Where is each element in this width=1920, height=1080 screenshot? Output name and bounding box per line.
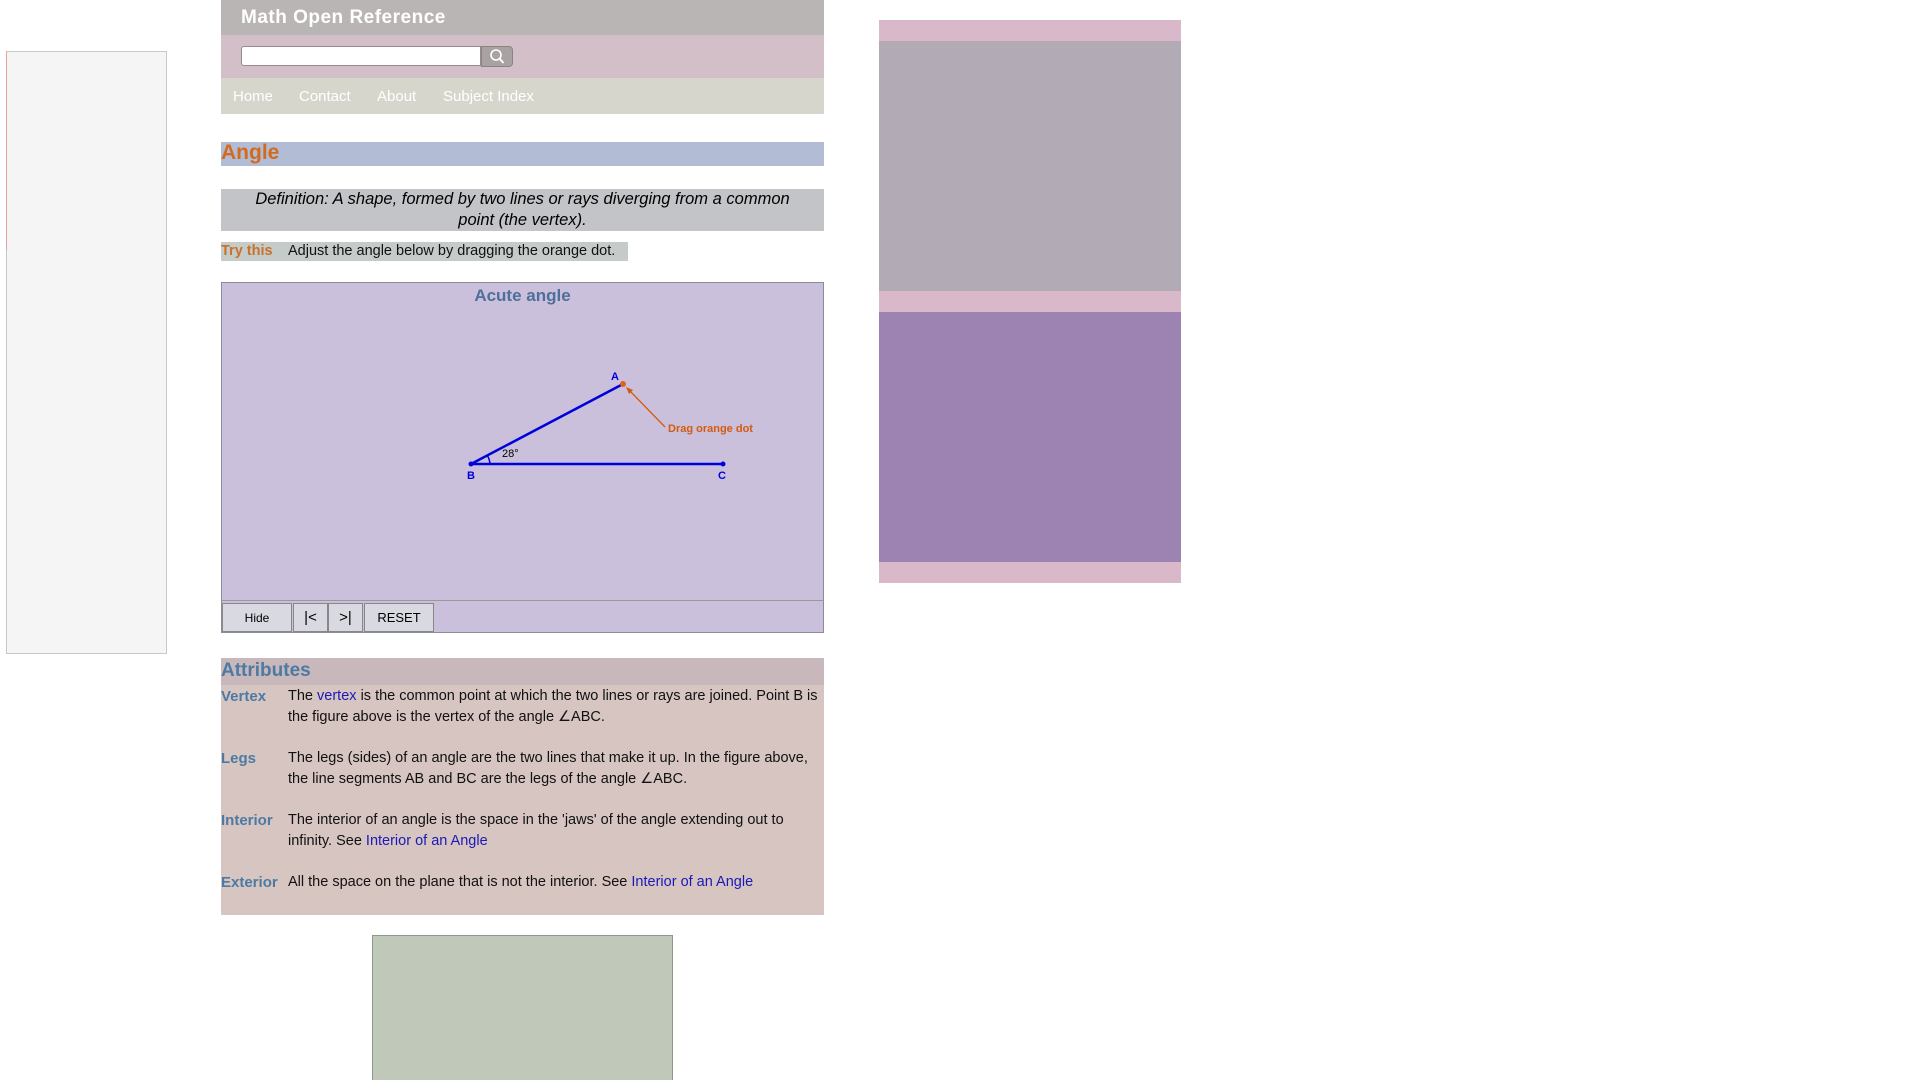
attr-vertex-post: is the common point at which the two lin… — [288, 688, 818, 725]
link-vertex[interactable]: vertex — [317, 688, 357, 704]
angle-diagram[interactable]: 28° B C A Drag orange dot — [221, 282, 824, 600]
right-ad-banner-1[interactable] — [879, 41, 1181, 291]
attributes-header — [221, 658, 824, 685]
attr-desc-vertex: The vertex is the common point at which … — [288, 686, 824, 728]
drag-hint: Drag orange dot — [668, 423, 753, 435]
title-bar — [221, 142, 824, 166]
attr-exterior-pre: All the space on the plane that is not t… — [288, 874, 628, 890]
step-back-button[interactable]: |< — [293, 603, 328, 632]
link-interior-of-angle-2[interactable]: Interior of an Angle — [631, 874, 753, 890]
hide-button[interactable]: Hide — [222, 603, 292, 632]
search-icon — [490, 48, 505, 64]
attr-term-vertex: Vertex — [221, 688, 267, 705]
vertex-b — [468, 461, 474, 467]
attributes-title: Attributes — [221, 660, 311, 681]
definition-box: Definition: A shape, formed by two lines… — [221, 189, 824, 231]
label-b: B — [467, 470, 475, 482]
nav-home[interactable]: Home — [233, 88, 273, 105]
step-forward-button[interactable]: >| — [328, 603, 363, 632]
right-ad-banner-2[interactable] — [879, 312, 1181, 562]
label-c: C — [718, 470, 726, 482]
attr-interior-pre: The interior of an angle is the space in… — [288, 812, 784, 849]
attr-desc-legs: The legs (sides) of an angle are the two… — [288, 750, 808, 787]
attr-term-legs: Legs — [221, 750, 257, 767]
attr-term-exterior: Exterior — [221, 874, 278, 891]
left-ad-banner[interactable] — [6, 51, 167, 654]
angle-arc — [486, 454, 491, 465]
attr-term-interior: Interior — [221, 812, 273, 829]
nav-contact[interactable]: Contact — [299, 88, 351, 105]
leg-ba — [470, 382, 624, 466]
left-ad-accent — [6, 51, 7, 250]
page-title: Angle — [221, 141, 280, 164]
point-c — [720, 461, 726, 467]
try-this-label: Try this — [221, 243, 273, 259]
reset-button[interactable]: RESET — [364, 603, 434, 632]
right-ad-strip-bottom — [879, 562, 1181, 583]
attr-vertex-pre: The — [288, 688, 313, 704]
site-title[interactable]: Math Open Reference — [241, 7, 446, 29]
bottom-ad-banner[interactable] — [372, 935, 673, 1080]
angle-measure: 28° — [502, 448, 519, 460]
definition-text: Definition: A shape, formed by two lines… — [255, 190, 790, 229]
try-this-instruction: Adjust the angle below by dragging the o… — [288, 243, 616, 259]
right-ad-strip-top — [879, 20, 1181, 41]
nav-about[interactable]: About — [377, 88, 416, 105]
search-button[interactable] — [481, 46, 513, 67]
attr-desc-interior: The interior of an angle is the space in… — [288, 810, 824, 852]
attr-desc-exterior: All the space on the plane that is not t… — [288, 872, 824, 893]
nav-subject-index[interactable]: Subject Index — [443, 88, 534, 105]
link-interior-of-angle[interactable]: Interior of an Angle — [366, 833, 488, 849]
search-input[interactable] — [241, 46, 481, 66]
drag-handle-a[interactable] — [620, 381, 626, 387]
label-a: A — [611, 371, 619, 383]
right-ad-strip-middle — [879, 291, 1181, 312]
hint-arrow — [627, 388, 666, 428]
